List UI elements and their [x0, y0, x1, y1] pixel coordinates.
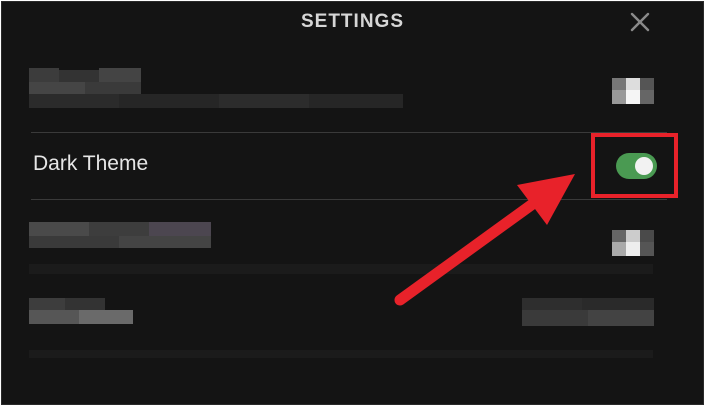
dialog-title: SETTINGS [300, 11, 404, 32]
divider [31, 132, 667, 133]
annotation-arrow-icon [394, 174, 575, 306]
annotation-highlight-box [591, 133, 678, 198]
settings-dialog: SETTINGS Dark Theme [1, 1, 704, 405]
dark-theme-label: Dark Theme [33, 152, 149, 175]
close-icon[interactable] [628, 10, 652, 34]
divider [31, 199, 667, 200]
